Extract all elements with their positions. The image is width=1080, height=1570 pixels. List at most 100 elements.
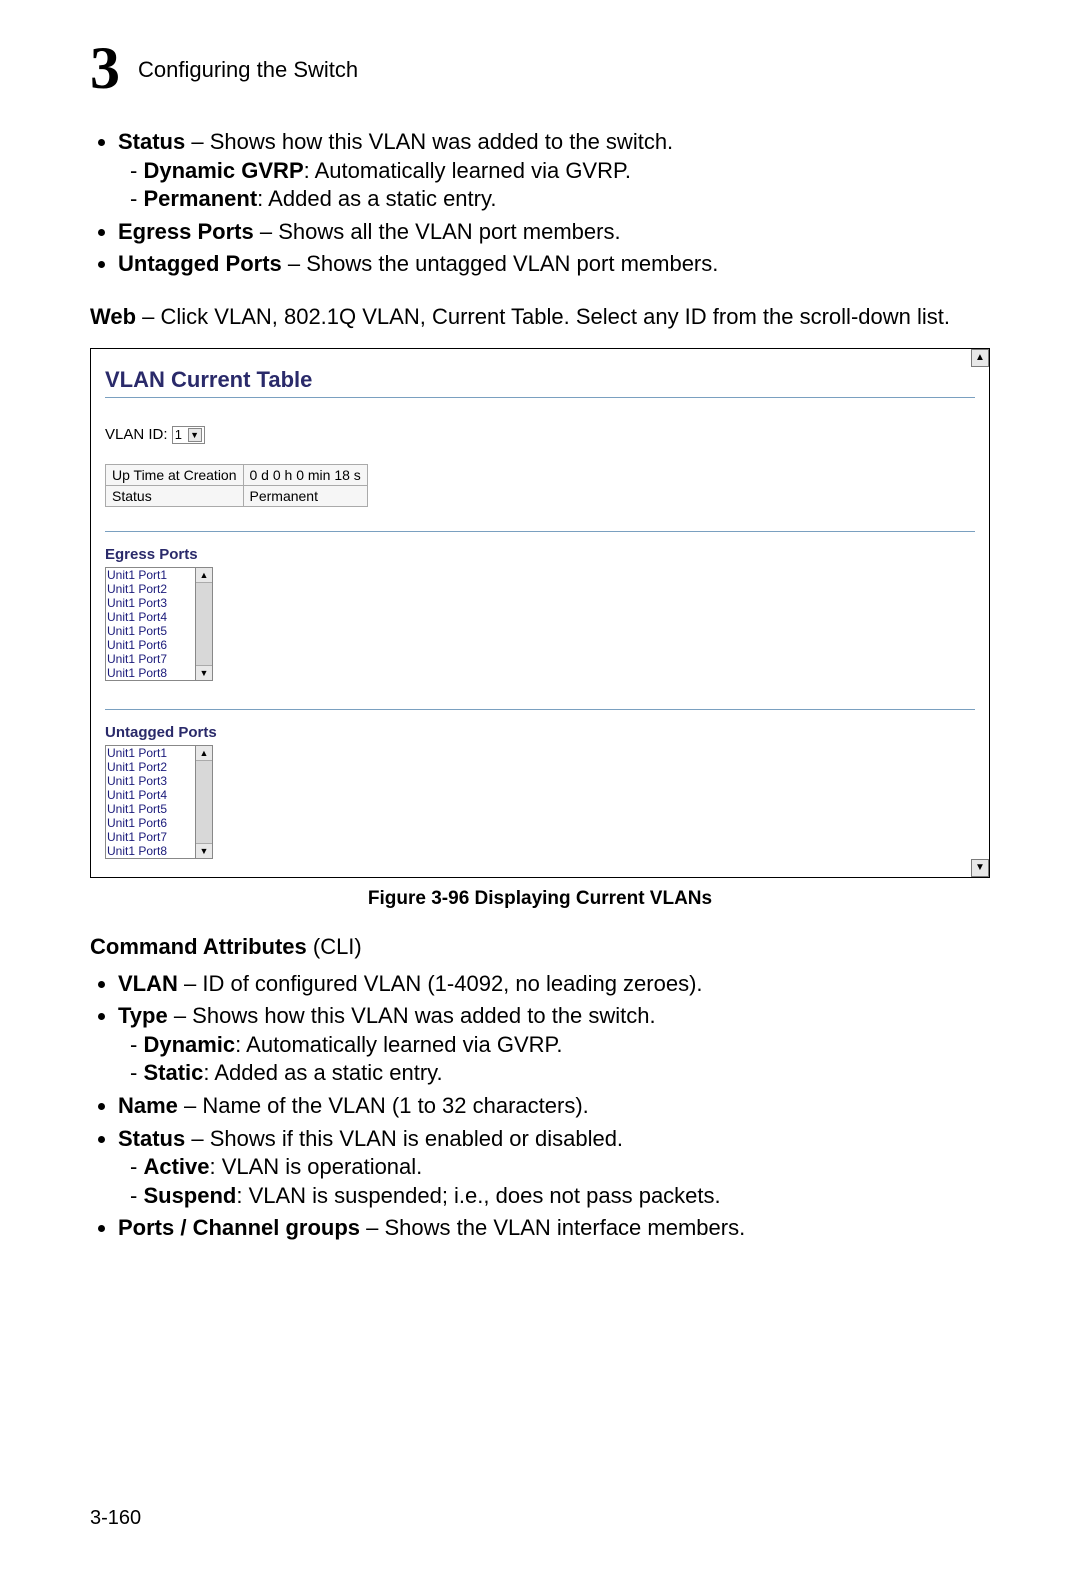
list-item[interactable]: Unit1 Port3 [107, 596, 194, 610]
sub-permanent: - Permanent: Added as a static entry. [118, 185, 990, 214]
web-instruction: Web – Click VLAN, 802.1Q VLAN, Current T… [90, 303, 990, 332]
sub-desc: : VLAN is operational. [210, 1154, 423, 1179]
cli-section-heading: Command Attributes (CLI) [90, 934, 990, 960]
untagged-ports-block: Untagged Ports Unit1 Port1 Unit1 Port2 U… [105, 724, 975, 859]
bullet-ports: Ports / Channel groups – Shows the VLAN … [118, 1214, 990, 1243]
bullet-status-cli: Status – Shows if this VLAN is enabled o… [118, 1125, 990, 1211]
figure-title: VLAN Current Table [105, 367, 975, 393]
list-item[interactable]: Unit1 Port8 [107, 666, 194, 680]
desc: – Name of the VLAN (1 to 32 characters). [178, 1093, 589, 1118]
untagged-ports-heading: Untagged Ports [105, 724, 975, 741]
bullet-vlan: VLAN – ID of configured VLAN (1-4092, no… [118, 970, 990, 999]
vlan-id-label: VLAN ID: [105, 426, 168, 443]
web-desc: – Click VLAN, 802.1Q VLAN, Current Table… [136, 304, 950, 329]
sub-desc: : Automatically learned via GVRP. [304, 158, 631, 183]
egress-ports-list[interactable]: Unit1 Port1 Unit1 Port2 Unit1 Port3 Unit… [105, 567, 196, 681]
scroll-up-icon[interactable]: ▲ [196, 568, 212, 583]
cli-bullet-list: VLAN – ID of configured VLAN (1-4092, no… [90, 970, 990, 1243]
bullet-untagged-ports: Untagged Ports – Shows the untagged VLAN… [118, 250, 990, 279]
scroll-down-icon[interactable]: ▼ [196, 843, 212, 858]
desc-untagged: – Shows the untagged VLAN port members. [282, 251, 719, 276]
term: Status [118, 1126, 185, 1151]
table-row: Up Time at Creation 0 d 0 h 0 min 18 s [106, 464, 368, 485]
term: Type [118, 1003, 168, 1028]
list-item[interactable]: Unit1 Port3 [107, 774, 194, 788]
status-table: Up Time at Creation 0 d 0 h 0 min 18 s S… [105, 464, 368, 507]
bullet-type: Type – Shows how this VLAN was added to … [118, 1002, 990, 1088]
kv-value: Permanent [243, 485, 367, 506]
list-item[interactable]: Unit1 Port7 [107, 652, 194, 666]
chevron-down-icon[interactable]: ▼ [188, 428, 202, 442]
term: VLAN [118, 971, 178, 996]
kv-key: Status [106, 485, 244, 506]
list-item[interactable]: Unit1 Port7 [107, 830, 194, 844]
cli-heading-term: Command Attributes [90, 934, 307, 959]
desc: – Shows how this VLAN was added to the s… [168, 1003, 656, 1028]
scrollbar[interactable]: ▲ ▼ [196, 745, 213, 859]
term: Ports / Channel groups [118, 1215, 360, 1240]
desc: – ID of configured VLAN (1-4092, no lead… [178, 971, 703, 996]
sub-dynamic-gvrp: - Dynamic GVRP: Automatically learned vi… [118, 157, 990, 186]
sub-suspend: - Suspend: VLAN is suspended; i.e., does… [118, 1182, 990, 1211]
bullet-name: Name – Name of the VLAN (1 to 32 charact… [118, 1092, 990, 1121]
scroll-up-icon[interactable]: ▲ [196, 746, 212, 761]
list-item[interactable]: Unit1 Port4 [107, 788, 194, 802]
sub-dynamic: - Dynamic: Automatically learned via GVR… [118, 1031, 990, 1060]
figure-separator [105, 397, 975, 398]
sub-desc: : Added as a static entry. [203, 1060, 442, 1085]
egress-ports-block: Egress Ports Unit1 Port1 Unit1 Port2 Uni… [105, 546, 975, 681]
list-item[interactable]: Unit1 Port1 [107, 746, 194, 760]
scroll-thumb[interactable] [196, 761, 212, 843]
figure-separator [105, 531, 975, 532]
scroll-thumb[interactable] [196, 583, 212, 665]
list-item[interactable]: Unit1 Port8 [107, 844, 194, 858]
page: 3 Configuring the Switch Status – Shows … [0, 0, 1080, 1570]
untagged-ports-list[interactable]: Unit1 Port1 Unit1 Port2 Unit1 Port3 Unit… [105, 745, 196, 859]
web-term: Web [90, 304, 136, 329]
desc: – Shows if this VLAN is enabled or disab… [185, 1126, 623, 1151]
desc: – Shows the VLAN interface members. [360, 1215, 745, 1240]
chapter-header: 3 Configuring the Switch [90, 40, 990, 100]
figure-separator [105, 709, 975, 710]
egress-ports-heading: Egress Ports [105, 546, 975, 563]
chapter-title: Configuring the Switch [138, 57, 358, 83]
egress-ports-listbox[interactable]: Unit1 Port1 Unit1 Port2 Unit1 Port3 Unit… [105, 567, 213, 681]
scroll-down-icon[interactable]: ▼ [196, 665, 212, 680]
scroll-up-button[interactable]: ▲ [971, 349, 989, 367]
list-item[interactable]: Unit1 Port2 [107, 582, 194, 596]
list-item[interactable]: Unit1 Port6 [107, 816, 194, 830]
sub-static: - Static: Added as a static entry. [118, 1059, 990, 1088]
list-item[interactable]: Unit1 Port4 [107, 610, 194, 624]
vlan-id-select[interactable]: 1 ▼ [172, 426, 205, 444]
figure-caption: Figure 3-96 Displaying Current VLANs [90, 888, 990, 910]
chapter-number: 3 [90, 38, 120, 98]
term-status: Status [118, 129, 185, 154]
bullet-status: Status – Shows how this VLAN was added t… [118, 128, 990, 214]
sub-term: Dynamic GVRP [143, 158, 303, 183]
figure-frame: ▲ ▼ VLAN Current Table VLAN ID: 1 ▼ Up T… [90, 348, 990, 878]
untagged-ports-listbox[interactable]: Unit1 Port1 Unit1 Port2 Unit1 Port3 Unit… [105, 745, 213, 859]
scrollbar[interactable]: ▲ ▼ [196, 567, 213, 681]
sub-term: Permanent [143, 186, 257, 211]
list-item[interactable]: Unit1 Port1 [107, 568, 194, 582]
sub-desc: : VLAN is suspended; i.e., does not pass… [236, 1183, 720, 1208]
table-row: Status Permanent [106, 485, 368, 506]
list-item[interactable]: Unit1 Port5 [107, 624, 194, 638]
list-item[interactable]: Unit1 Port2 [107, 760, 194, 774]
sub-term: Active [143, 1154, 209, 1179]
sub-term: Dynamic [143, 1032, 235, 1057]
list-item[interactable]: Unit1 Port5 [107, 802, 194, 816]
page-number: 3-160 [90, 1507, 141, 1530]
scroll-down-button[interactable]: ▼ [971, 859, 989, 877]
sub-desc: : Added as a static entry. [257, 186, 496, 211]
top-bullet-list: Status – Shows how this VLAN was added t… [90, 128, 990, 279]
list-item[interactable]: Unit1 Port6 [107, 638, 194, 652]
kv-key: Up Time at Creation [106, 464, 244, 485]
bullet-egress-ports: Egress Ports – Shows all the VLAN port m… [118, 218, 990, 247]
sub-active: - Active: VLAN is operational. [118, 1153, 990, 1182]
desc-status: – Shows how this VLAN was added to the s… [185, 129, 673, 154]
sub-term: Static [143, 1060, 203, 1085]
kv-value: 0 d 0 h 0 min 18 s [243, 464, 367, 485]
cli-heading-rest: (CLI) [307, 934, 362, 959]
desc-egress: – Shows all the VLAN port members. [254, 219, 621, 244]
